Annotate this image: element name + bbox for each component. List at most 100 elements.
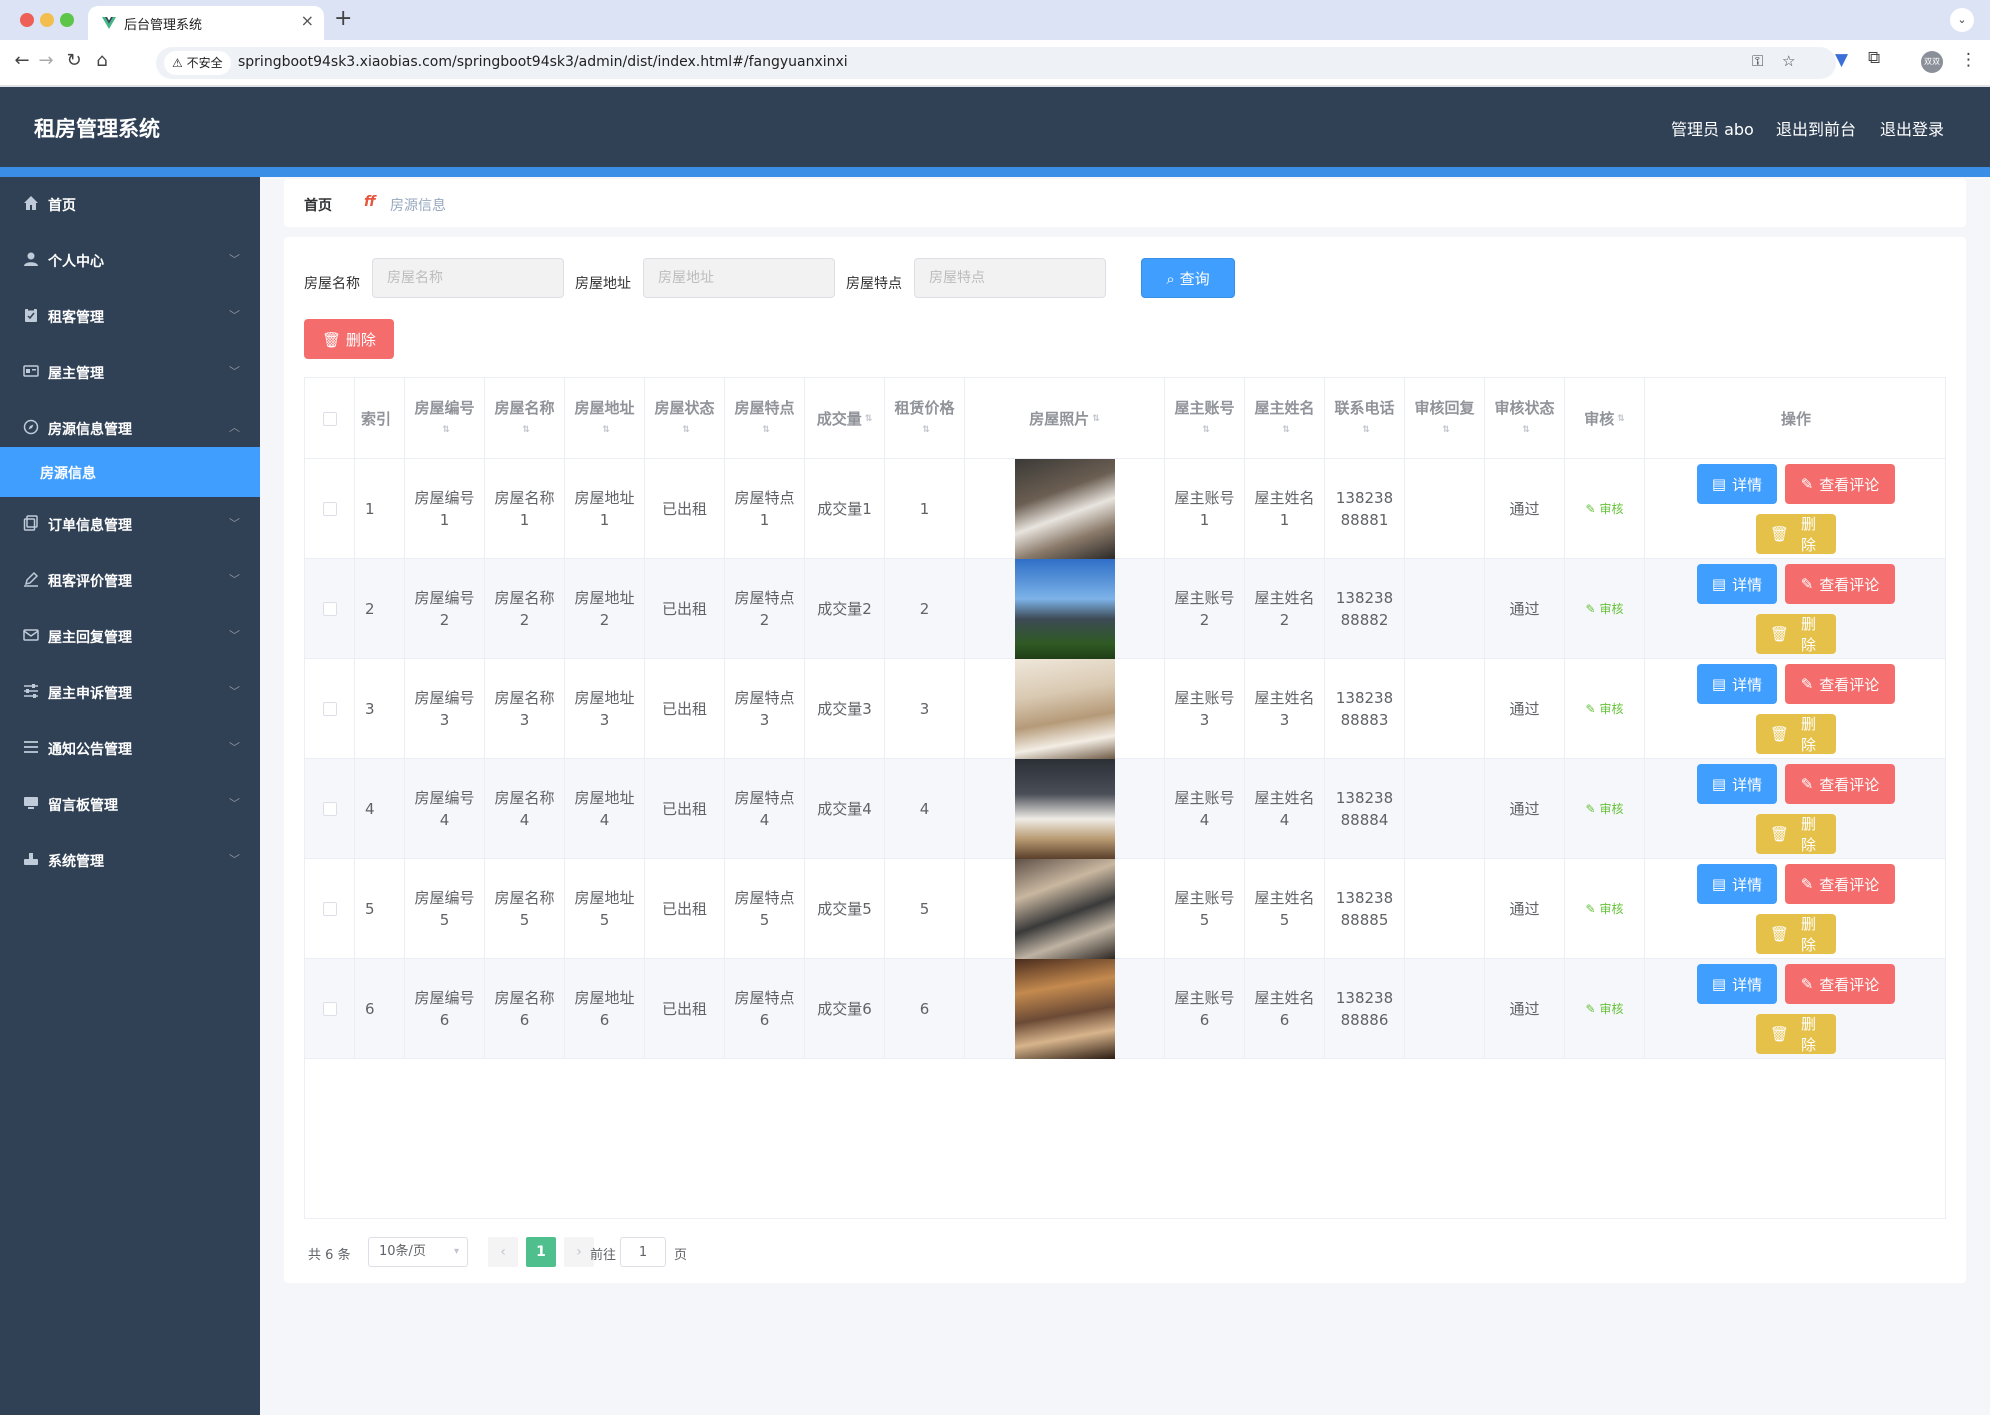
sidebar-item-home[interactable]: 首页 <box>0 177 260 233</box>
sidebar-item-appeals[interactable]: 屋主申诉管理 ﹀ <box>0 665 260 721</box>
sidebar-item-notices[interactable]: 通知公告管理 ﹀ <box>0 721 260 777</box>
delete-button[interactable]: 🗑 删除 <box>1756 514 1836 554</box>
col-owner-name[interactable]: 屋主姓名 ⇅ <box>1245 378 1325 459</box>
delete-button[interactable]: 🗑 删除 <box>1756 814 1836 854</box>
back-icon[interactable]: ← <box>10 50 34 71</box>
page-size-select[interactable]: 10条/页 ▾ <box>368 1237 468 1267</box>
view-reviews-button[interactable]: ✎ 查看评论 <box>1785 964 1895 1004</box>
detail-button[interactable]: ▤ 详情 <box>1697 664 1777 704</box>
sort-icon[interactable]: ⇅ <box>1362 425 1370 435</box>
url-text[interactable]: springboot94sk3.xiaobias.com/springboot9… <box>238 54 848 70</box>
sort-icon[interactable]: ⇅ <box>1092 414 1100 424</box>
col-audit[interactable]: 审核 ⇅ <box>1565 378 1645 459</box>
audit-link[interactable]: ✎ 审核 <box>1586 698 1624 720</box>
security-indicator[interactable]: ⚠ 不安全 <box>164 51 231 75</box>
reload-icon[interactable]: ↻ <box>62 50 86 71</box>
minimize-window-button[interactable] <box>40 13 54 27</box>
close-tab-icon[interactable]: × <box>301 11 314 30</box>
house-photo[interactable] <box>1014 459 1115 559</box>
view-reviews-button[interactable]: ✎ 查看评论 <box>1785 564 1895 604</box>
select-all-checkbox[interactable] <box>322 411 337 426</box>
row-checkbox[interactable] <box>322 702 337 716</box>
back-to-front-link[interactable]: 退出到前台 <box>1776 116 1856 140</box>
col-house-no[interactable]: 房屋编号 ⇅ <box>405 378 485 459</box>
row-checkbox[interactable] <box>322 802 337 816</box>
sort-icon[interactable]: ⇅ <box>1282 425 1290 435</box>
sidebar-item-profile[interactable]: 个人中心 ﹀ <box>0 233 260 289</box>
col-audit-reply[interactable]: 审核回复 ⇅ <box>1405 378 1485 459</box>
delete-button[interactable]: 🗑 删除 <box>1756 914 1836 954</box>
sort-icon[interactable]: ⇅ <box>602 425 610 435</box>
sidebar-item-replies[interactable]: 屋主回复管理 ﹀ <box>0 609 260 665</box>
col-house-feature[interactable]: 房屋特点 ⇅ <box>725 378 805 459</box>
sort-icon[interactable]: ⇅ <box>922 425 930 435</box>
house-photo[interactable] <box>1014 659 1115 759</box>
sidebar-item-system[interactable]: 系统管理 ﹀ <box>0 833 260 889</box>
audit-link[interactable]: ✎ 审核 <box>1586 798 1624 820</box>
batch-delete-button[interactable]: 🗑 删除 <box>304 319 394 359</box>
new-tab-icon[interactable]: + <box>334 6 352 31</box>
detail-button[interactable]: ▤ 详情 <box>1697 764 1777 804</box>
col-house-status[interactable]: 房屋状态 ⇅ <box>645 378 725 459</box>
extension-v-icon[interactable]: ▼ <box>1835 50 1848 70</box>
goto-page-input[interactable] <box>620 1237 666 1267</box>
row-checkbox[interactable] <box>322 502 337 516</box>
col-volume[interactable]: 成交量 ⇅ <box>805 378 885 459</box>
close-window-button[interactable] <box>20 13 34 27</box>
sort-icon[interactable]: ⇅ <box>1522 425 1530 435</box>
house-feature-input[interactable] <box>914 258 1106 298</box>
audit-link[interactable]: ✎ 审核 <box>1586 998 1624 1020</box>
browser-menu-icon[interactable]: ⋮ <box>1960 50 1977 70</box>
key-icon[interactable]: ⚿ <box>1752 52 1763 70</box>
logout-link[interactable]: 退出登录 <box>1880 116 1944 140</box>
detail-button[interactable]: ▤ 详情 <box>1697 864 1777 904</box>
audit-link[interactable]: ✎ 审核 <box>1586 498 1624 520</box>
row-checkbox[interactable] <box>322 902 337 916</box>
sort-icon[interactable]: ⇅ <box>762 425 770 435</box>
view-reviews-button[interactable]: ✎ 查看评论 <box>1785 864 1895 904</box>
sort-icon[interactable]: ⇅ <box>442 425 450 435</box>
row-checkbox[interactable] <box>322 602 337 616</box>
sidebar-item-messages[interactable]: 留言板管理 ﹀ <box>0 777 260 833</box>
delete-button[interactable]: 🗑 删除 <box>1756 714 1836 754</box>
prev-page-button[interactable]: ‹ <box>488 1237 518 1267</box>
sidebar-item-owners[interactable]: 屋主管理 ﹀ <box>0 345 260 401</box>
address-bar[interactable]: ⚠ 不安全 springboot94sk3.xiaobias.com/sprin… <box>156 47 1836 79</box>
sort-icon[interactable]: ⇅ <box>522 425 530 435</box>
house-name-input[interactable] <box>372 258 564 298</box>
col-phone[interactable]: 联系电话 ⇅ <box>1325 378 1405 459</box>
house-photo[interactable] <box>1014 759 1115 859</box>
house-photo[interactable] <box>1014 559 1115 659</box>
col-audit-status[interactable]: 审核状态 ⇅ <box>1485 378 1565 459</box>
sidebar-subitem-house-info[interactable]: 房源信息 <box>0 447 260 497</box>
col-house-name[interactable]: 房屋名称 ⇅ <box>485 378 565 459</box>
sort-icon[interactable]: ⇅ <box>682 425 690 435</box>
house-photo[interactable] <box>1014 959 1115 1059</box>
browser-tab[interactable]: 后台管理系统 × <box>88 6 324 40</box>
breadcrumb-home[interactable]: 首页 <box>304 195 332 215</box>
view-reviews-button[interactable]: ✎ 查看评论 <box>1785 664 1895 704</box>
sort-icon[interactable]: ⇅ <box>865 414 873 424</box>
detail-button[interactable]: ▤ 详情 <box>1697 564 1777 604</box>
house-address-input[interactable] <box>643 258 835 298</box>
sidebar-item-tenants[interactable]: 租客管理 ﹀ <box>0 289 260 345</box>
forward-icon[interactable]: → <box>34 50 58 71</box>
star-icon[interactable]: ☆ <box>1782 52 1795 70</box>
profile-avatar[interactable]: 双双 <box>1921 51 1943 73</box>
delete-button[interactable]: 🗑 删除 <box>1756 1014 1836 1054</box>
detail-button[interactable]: ▤ 详情 <box>1697 964 1777 1004</box>
view-reviews-button[interactable]: ✎ 查看评论 <box>1785 764 1895 804</box>
sidebar-item-reviews[interactable]: 租客评价管理 ﹀ <box>0 553 260 609</box>
sort-icon[interactable]: ⇅ <box>1617 414 1625 424</box>
detail-button[interactable]: ▤ 详情 <box>1697 464 1777 504</box>
col-owner-account[interactable]: 屋主账号 ⇅ <box>1165 378 1245 459</box>
col-house-address[interactable]: 房屋地址 ⇅ <box>565 378 645 459</box>
view-reviews-button[interactable]: ✎ 查看评论 <box>1785 464 1895 504</box>
col-photo[interactable]: 房屋照片 ⇅ <box>965 378 1165 459</box>
sort-icon[interactable]: ⇅ <box>1442 425 1450 435</box>
maximize-window-button[interactable] <box>60 13 74 27</box>
delete-button[interactable]: 🗑 删除 <box>1756 614 1836 654</box>
page-number-current[interactable]: 1 <box>526 1237 556 1267</box>
house-photo[interactable] <box>1014 859 1115 959</box>
sidebar-item-orders[interactable]: 订单信息管理 ﹀ <box>0 497 260 553</box>
